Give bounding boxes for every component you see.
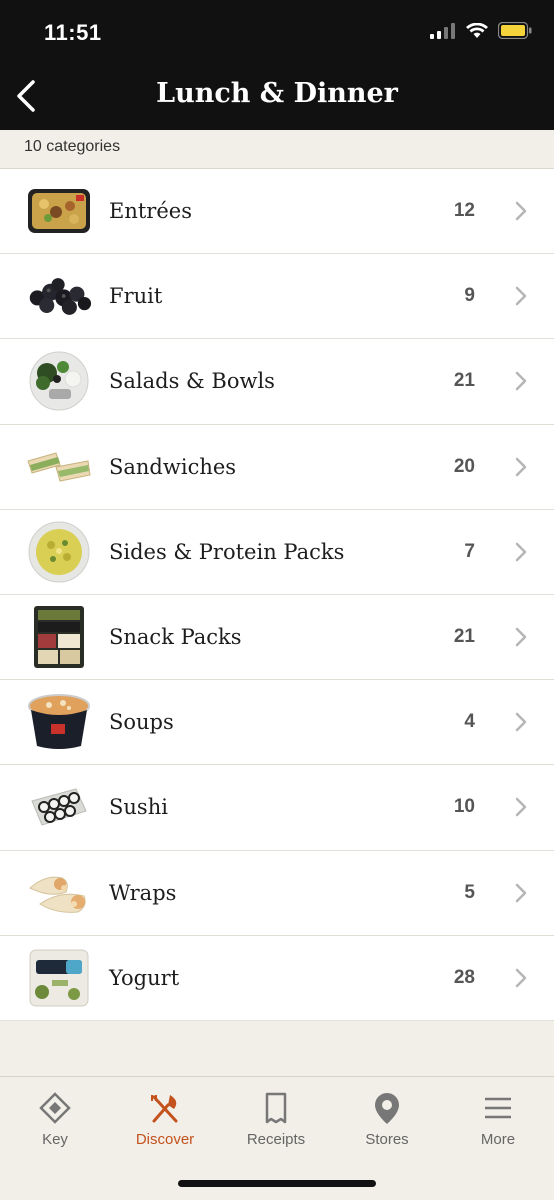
soup-cup-thumbnail xyxy=(26,692,92,752)
tab-receipts[interactable]: Receipts xyxy=(221,1091,331,1148)
list-item-label: Yogurt xyxy=(109,965,180,990)
list-item-label: Sushi xyxy=(109,795,168,820)
category-count-bar: 10 categories xyxy=(0,130,554,169)
list-item-count: 7 xyxy=(464,540,475,562)
list-item-count: 28 xyxy=(453,966,475,988)
diamond-key-icon xyxy=(39,1092,71,1124)
list-item-snack-packs[interactable]: Snack Packs 21 xyxy=(0,595,554,681)
list-item-label: Fruit xyxy=(109,284,163,309)
battery-icon xyxy=(498,22,532,39)
list-item-sides-protein-packs[interactable]: Sides & Protein Packs 7 xyxy=(0,510,554,595)
tab-label: More xyxy=(480,1131,516,1148)
list-item-count: 10 xyxy=(453,796,475,818)
category-list: Entrées 12 Fruit 9 Salads & Bowls 21 San… xyxy=(0,169,554,1021)
hamburger-menu-icon xyxy=(485,1097,511,1119)
tab-label: Discover xyxy=(135,1131,195,1148)
chevron-right-icon xyxy=(515,372,527,391)
chevron-right-icon xyxy=(515,798,527,817)
entree-tray-thumbnail xyxy=(26,181,92,241)
tab-stores[interactable]: Stores xyxy=(332,1091,442,1148)
list-item-entrees[interactable]: Entrées 12 xyxy=(0,169,554,255)
wraps-thumbnail xyxy=(26,863,92,923)
cellular-signal-icon xyxy=(430,22,455,39)
list-item-count: 9 xyxy=(464,285,475,307)
receipt-icon xyxy=(265,1092,287,1124)
home-indicator xyxy=(178,1180,376,1187)
chevron-right-icon xyxy=(515,712,527,732)
sushi-tray-thumbnail xyxy=(26,777,92,837)
list-item-wraps[interactable]: Wraps 5 xyxy=(0,851,554,936)
chevron-right-icon xyxy=(515,627,527,647)
tab-label: Key xyxy=(42,1131,68,1148)
list-item-yogurt[interactable]: Yogurt 28 xyxy=(0,936,554,1021)
list-item-label: Sandwiches xyxy=(109,454,237,479)
list-item-label: Snack Packs xyxy=(109,625,242,650)
blackberries-thumbnail xyxy=(26,266,92,326)
fork-knife-icon xyxy=(151,1095,178,1123)
list-item-soups[interactable]: Soups 4 xyxy=(0,680,554,766)
map-pin-icon xyxy=(375,1093,399,1124)
yogurt-tub-thumbnail xyxy=(26,948,92,1008)
chevron-right-icon xyxy=(515,287,527,306)
status-time: 11:51 xyxy=(44,20,102,45)
list-item-sushi[interactable]: Sushi 10 xyxy=(0,765,554,851)
tab-more[interactable]: More xyxy=(443,1091,553,1148)
snack-pack-thumbnail xyxy=(26,606,92,669)
navigation-bar: Lunch & Dinner xyxy=(0,60,554,130)
tab-label: Stores xyxy=(365,1131,409,1148)
list-item-label: Soups xyxy=(109,710,174,735)
chevron-right-icon xyxy=(515,201,527,221)
list-item-label: Entrées xyxy=(109,199,192,224)
list-item-label: Salads & Bowls xyxy=(109,369,275,394)
list-item-count: 4 xyxy=(464,711,475,733)
chevron-right-icon xyxy=(515,968,527,988)
chevron-right-icon xyxy=(515,457,527,476)
list-item-count: 21 xyxy=(453,370,475,392)
tab-key[interactable]: Key xyxy=(0,1091,110,1148)
list-item-count: 5 xyxy=(464,881,475,903)
list-item-fruit[interactable]: Fruit 9 xyxy=(0,254,554,340)
tab-label: Receipts xyxy=(246,1131,306,1148)
list-item-sandwiches[interactable]: Sandwiches 20 xyxy=(0,425,554,510)
tab-discover[interactable]: Discover xyxy=(110,1091,220,1148)
page-title: Lunch & Dinner xyxy=(156,78,398,109)
list-item-label: Sides & Protein Packs xyxy=(109,539,345,564)
salad-bowl-thumbnail xyxy=(26,351,92,411)
list-item-salads-bowls[interactable]: Salads & Bowls 21 xyxy=(0,339,554,425)
side-salad-thumbnail xyxy=(26,521,92,583)
status-bar: 11:51 xyxy=(0,0,554,60)
status-icons xyxy=(430,22,532,39)
list-item-count: 12 xyxy=(453,200,475,222)
sandwich-thumbnail xyxy=(26,437,92,497)
category-count-label: 10 categories xyxy=(24,138,121,155)
list-item-count: 21 xyxy=(453,626,475,648)
chevron-right-icon xyxy=(515,883,527,902)
wifi-icon xyxy=(466,22,488,38)
list-item-label: Wraps xyxy=(109,880,177,905)
list-item-count: 20 xyxy=(453,455,475,477)
chevron-right-icon xyxy=(515,542,527,562)
